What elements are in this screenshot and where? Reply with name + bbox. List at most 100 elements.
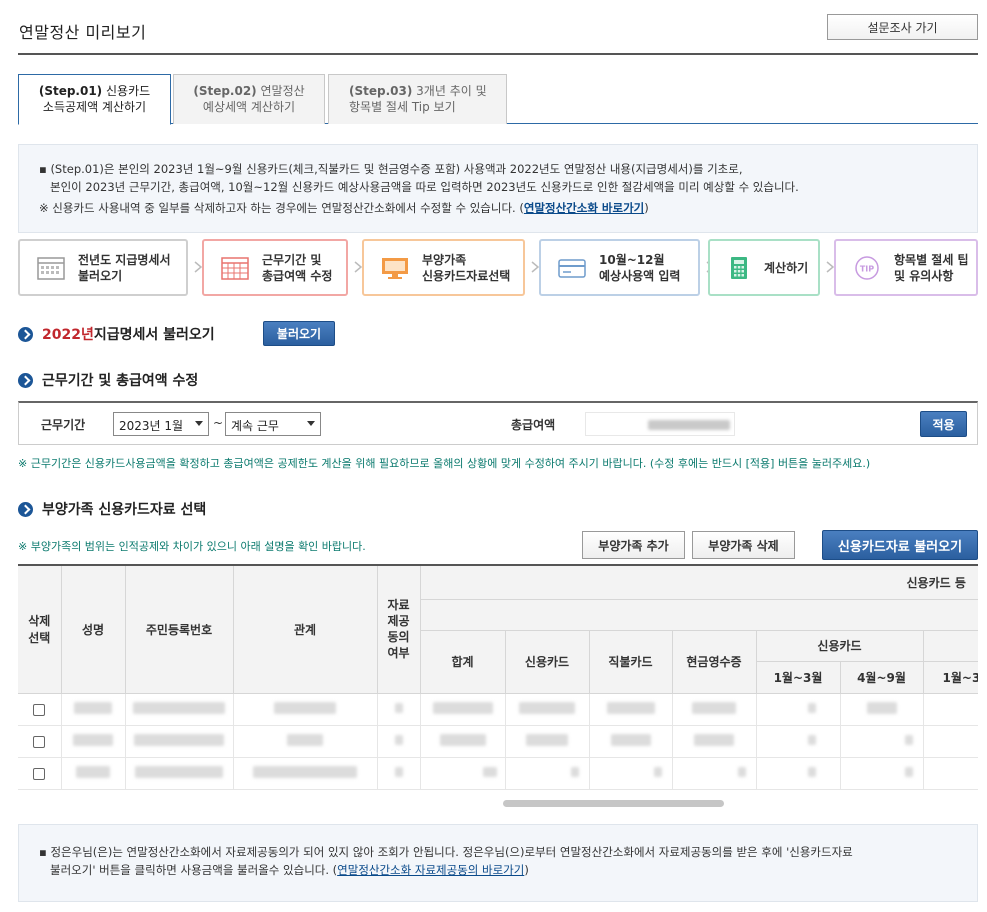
- tab-step-02[interactable]: (Step.02) 연말정산 예상세액 계산하기: [173, 74, 325, 124]
- step-tax-tips[interactable]: TIP 항목별 절세 팁및 유의사항: [834, 239, 978, 296]
- consent-header: 자료 제공 동의 여부: [377, 566, 421, 694]
- amount-cell: [672, 725, 757, 758]
- table-row: [18, 757, 978, 790]
- consent-link[interactable]: 연말정산간소화 자료제공동의 바로가기: [337, 863, 524, 877]
- section-dependents-title: 부양가족 신용카드자료 선택: [18, 499, 206, 519]
- step-label-1: 부양가족: [422, 252, 467, 267]
- dependents-table: 삭제선택 성명 주민등록번호 관계 자료제공동의여부 신용카드 등 5 합계 신…: [18, 564, 978, 809]
- amount-cell: [420, 757, 506, 790]
- redacted-value: [439, 733, 486, 746]
- redacted-value: [287, 733, 323, 746]
- period-note: ※ 근무기간은 신용카드사용금액을 확정하고 총급여액은 공제한도 계산을 위해…: [18, 457, 871, 470]
- tab-step-01[interactable]: (Step.01) 신용카드 소득공제액 계산하기: [18, 74, 171, 125]
- section-period-title: 근무기간 및 총급여액 수정: [18, 370, 198, 390]
- notice-line2: 불러오기' 버튼을 클릭하면 사용금액을 불러올수 있습니다. (연말정산간소화…: [39, 861, 957, 879]
- add-dependent-button[interactable]: 부양가족 추가: [582, 531, 685, 559]
- relation-cell: [233, 693, 378, 726]
- horizontal-scrollbar[interactable]: [503, 800, 724, 807]
- dependents-note: ※ 부양가족의 범위는 인적공제와 차이가 있으니 아래 설명을 확인 바랍니다…: [18, 540, 366, 553]
- amount-cell: [505, 757, 590, 790]
- table-row: [18, 693, 978, 726]
- row-checkbox[interactable]: [33, 703, 46, 716]
- calendar-grid-icon: [218, 255, 252, 281]
- card-subgroup-header: 5: [420, 599, 978, 631]
- step-expected-usage[interactable]: 10월~12월 예상사용액 입력: [539, 239, 700, 296]
- start-month-select[interactable]: 2023년 1월: [113, 412, 209, 436]
- consent-cell: [377, 757, 421, 790]
- amount-cell: [589, 693, 673, 726]
- step-label-1: 항목별 절세 팁: [894, 252, 969, 267]
- redacted-value: [807, 703, 816, 713]
- tab-line1: 3개년 추이 및: [412, 84, 487, 98]
- chevron-down-icon: [307, 421, 315, 426]
- redacted-value: [394, 767, 403, 777]
- amount-cell: [672, 693, 757, 726]
- redacted-value: [76, 765, 110, 778]
- redacted-value: [526, 733, 568, 746]
- tab-step-03[interactable]: (Step.03) 3개년 추이 및 항목별 절세 Tip 보기: [328, 74, 507, 124]
- step-edit-period[interactable]: 근무기간 및 총급여액 수정: [202, 239, 348, 296]
- salary-input[interactable]: [585, 412, 735, 436]
- redacted-value: [692, 701, 736, 714]
- name-cell: [61, 725, 126, 758]
- redacted-value: [807, 767, 816, 777]
- survey-button[interactable]: 설문조사 가기: [827, 14, 978, 40]
- redacted-value: [134, 733, 224, 746]
- cash-receipt-header: 현금영수증: [672, 630, 757, 694]
- redacted-value: [904, 767, 913, 777]
- id-number-header: 주민등록번호: [125, 566, 234, 694]
- chevron-right-icon: [826, 261, 834, 273]
- load-card-data-button[interactable]: 신용카드자료 불러오기: [822, 530, 978, 560]
- redacted-value: [253, 765, 357, 778]
- row-select-cell: [18, 693, 62, 726]
- consent-cell: [377, 693, 421, 726]
- month-1-3-header: 1월~3월: [756, 661, 841, 694]
- id-cell: [125, 757, 234, 790]
- amount-cell: [923, 757, 978, 790]
- header-text: 여부: [387, 646, 410, 661]
- step-dependents[interactable]: 부양가족 신용카드자료선택: [362, 239, 525, 296]
- arrow-circle-icon: [18, 501, 33, 517]
- redacted-value: [570, 767, 579, 777]
- apply-button[interactable]: 적용: [920, 411, 967, 437]
- header-text: 자료: [387, 598, 410, 613]
- row-checkbox[interactable]: [33, 767, 46, 780]
- amount-cell: [756, 693, 841, 726]
- delete-dependent-button[interactable]: 부양가족 삭제: [692, 531, 795, 559]
- card-group-header: 신용카드 등: [420, 566, 978, 600]
- step-label-1: 10월~12월: [599, 252, 665, 267]
- page-header: 연말정산 미리보기 설문조사 가기: [18, 0, 978, 55]
- row-select-cell: [18, 725, 62, 758]
- credit-card-sub-header: 신용카드: [756, 630, 924, 662]
- simplified-service-link[interactable]: 연말정산간소화 바로가기: [524, 201, 644, 215]
- step-calculate[interactable]: 계산하기: [708, 239, 820, 296]
- tab-line2: 예상세액 계산하기: [202, 100, 296, 114]
- amount-cell: [589, 725, 673, 758]
- redacted-value: [807, 735, 816, 745]
- end-month-select[interactable]: 계속 근무: [225, 412, 321, 436]
- month-1-3-header: 1월~3: [923, 661, 978, 694]
- row-checkbox[interactable]: [33, 735, 46, 748]
- relation-cell: [233, 725, 378, 758]
- amount-cell: [923, 725, 978, 758]
- tab-line1: 연말정산: [256, 84, 305, 98]
- info-line1: ▪ (Step.01)은 본인의 2023년 1월~9월 신용카드(체크,직불카…: [39, 162, 743, 176]
- step-load-statement[interactable]: 전년도 지급명세서 불러오기: [18, 239, 188, 296]
- amount-cell: [672, 757, 757, 790]
- notice-text: 불러오기' 버튼을 클릭하면 사용금액을 불러올수 있습니다. (: [50, 863, 338, 877]
- section-title-text: 근무기간 및 총급여액 수정: [42, 373, 199, 389]
- calculator-icon: [722, 255, 756, 281]
- notice-line1: ▪ 정은우님(은)는 연말정산간소화에서 자료제공동의가 되어 있지 않아 조회…: [39, 845, 853, 859]
- load-statement-button[interactable]: 불러오기: [263, 321, 335, 346]
- header-text: 제공: [387, 614, 410, 629]
- step-tabs: (Step.01) 신용카드 소득공제액 계산하기 (Step.02) 연말정산…: [18, 74, 978, 125]
- redacted-value: [432, 701, 493, 714]
- step-label-2: 총급여액 수정: [262, 268, 333, 283]
- chevron-down-icon: [195, 421, 203, 426]
- amount-cell: [756, 725, 841, 758]
- relation-header: 관계: [233, 566, 378, 694]
- redacted-value: [610, 733, 651, 746]
- chevron-right-icon: [194, 261, 202, 273]
- info-box: ▪ (Step.01)은 본인의 2023년 1월~9월 신용카드(체크,직불카…: [18, 144, 978, 233]
- step-label-2: 신용카드자료선택: [422, 268, 511, 283]
